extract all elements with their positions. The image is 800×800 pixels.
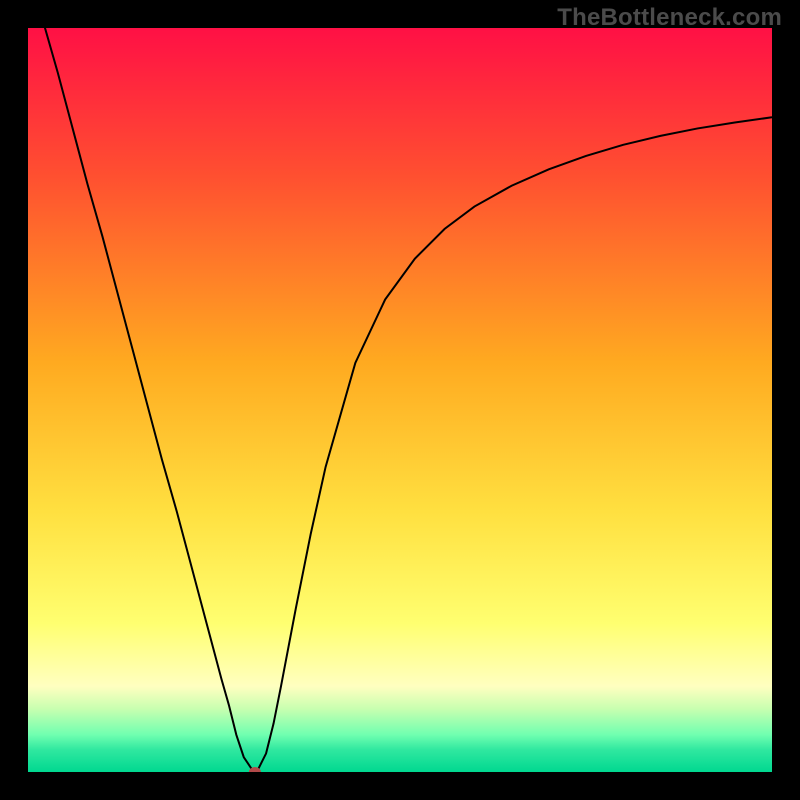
plot-area — [28, 28, 772, 772]
gradient-background — [28, 28, 772, 772]
chart-svg — [28, 28, 772, 772]
chart-frame: TheBottleneck.com — [0, 0, 800, 800]
